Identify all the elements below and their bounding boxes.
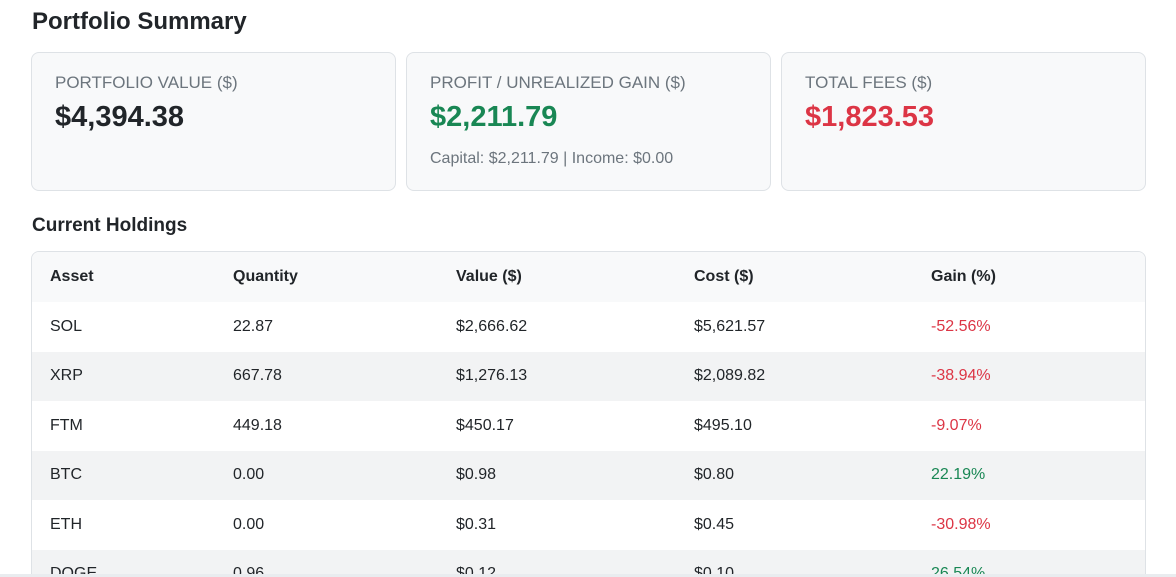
table-row: FTM 449.18 $450.17 $495.10 -9.07% bbox=[32, 401, 1145, 451]
profit-label: PROFIT / UNREALIZED GAIN ($) bbox=[430, 73, 686, 92]
total-fees-label: TOTAL FEES ($) bbox=[805, 73, 933, 92]
cell-cost: $2,089.82 bbox=[694, 367, 766, 385]
table-row: DOGE 0.96 $0.12 $0.10 26.54% bbox=[32, 549, 1145, 577]
cell-asset: DOGE bbox=[50, 565, 98, 577]
table-row: ETH 0.00 $0.31 $0.45 -30.98% bbox=[32, 500, 1145, 550]
cell-cost: $0.10 bbox=[694, 565, 735, 577]
cell-value: $0.98 bbox=[456, 466, 497, 484]
cell-quantity: 0.00 bbox=[233, 515, 265, 533]
profit-amount: $2,211.79 bbox=[430, 101, 558, 133]
table-row: XRP 667.78 $1,276.13 $2,089.82 -38.94% bbox=[32, 351, 1145, 401]
cell-value: $2,666.62 bbox=[456, 317, 528, 335]
total-fees-amount: $1,823.53 bbox=[805, 101, 935, 133]
cell-asset: SOL bbox=[50, 317, 83, 335]
portfolio-value-amount: $4,394.38 bbox=[55, 101, 185, 133]
cell-cost: $0.80 bbox=[694, 466, 735, 484]
portfolio-page: Portfolio Summary PORTFOLIO VALUE ($) $4… bbox=[0, 0, 1176, 577]
cell-quantity: 449.18 bbox=[233, 416, 282, 434]
profit-breakdown: Capital: $2,211.79 | Income: $0.00 bbox=[430, 150, 674, 167]
total-fees-card: TOTAL FEES ($) $1,823.53 bbox=[781, 52, 1146, 191]
cell-quantity: 0.00 bbox=[233, 466, 265, 484]
cell-asset: BTC bbox=[50, 466, 82, 484]
cell-quantity: 0.96 bbox=[233, 565, 265, 577]
cell-gain: 22.19% bbox=[931, 466, 986, 484]
profit-card: PROFIT / UNREALIZED GAIN ($) $2,211.79 C… bbox=[406, 52, 771, 191]
cell-quantity: 667.78 bbox=[233, 367, 282, 385]
column-header-gain: Gain (%) bbox=[931, 268, 996, 285]
cell-cost: $495.10 bbox=[694, 416, 752, 434]
cell-cost: $0.45 bbox=[694, 515, 735, 533]
cell-gain: -30.98% bbox=[931, 515, 991, 533]
cell-gain: -9.07% bbox=[931, 416, 982, 434]
cell-value: $0.31 bbox=[456, 515, 497, 533]
cell-quantity: 22.87 bbox=[233, 317, 274, 335]
page-title: Portfolio Summary bbox=[32, 8, 247, 35]
cell-gain: 26.54% bbox=[931, 565, 986, 577]
table-row: SOL 22.87 $2,666.62 $5,621.57 -52.56% bbox=[32, 302, 1145, 352]
portfolio-value-label: PORTFOLIO VALUE ($) bbox=[55, 73, 238, 92]
holdings-table-container[interactable]: Asset Quantity Value ($) Cost ($) Gain (… bbox=[31, 251, 1146, 577]
cell-gain: -52.56% bbox=[931, 317, 991, 335]
holdings-header-row: Asset Quantity Value ($) Cost ($) Gain (… bbox=[32, 252, 1145, 302]
cell-value: $0.12 bbox=[456, 565, 497, 577]
cell-asset: ETH bbox=[50, 515, 82, 533]
cell-gain: -38.94% bbox=[931, 367, 991, 385]
holdings-title: Current Holdings bbox=[32, 215, 188, 236]
portfolio-value-card: PORTFOLIO VALUE ($) $4,394.38 bbox=[31, 52, 396, 191]
cell-cost: $5,621.57 bbox=[694, 317, 766, 335]
cell-asset: XRP bbox=[50, 367, 83, 385]
cell-value: $450.17 bbox=[456, 416, 514, 434]
column-header-cost: Cost ($) bbox=[694, 268, 754, 285]
holdings-table: Asset Quantity Value ($) Cost ($) Gain (… bbox=[32, 252, 1145, 577]
column-header-value: Value ($) bbox=[456, 268, 522, 285]
summary-cards: PORTFOLIO VALUE ($) $4,394.38 PROFIT / U… bbox=[31, 52, 1146, 191]
column-header-asset: Asset bbox=[50, 268, 94, 285]
holdings-body: SOL 22.87 $2,666.62 $5,621.57 -52.56% XRP 667.… bbox=[32, 302, 1145, 577]
column-header-quantity: Quantity bbox=[233, 268, 298, 285]
cell-asset: FTM bbox=[50, 416, 83, 434]
cell-value: $1,276.13 bbox=[456, 367, 528, 385]
table-row: BTC 0.00 $0.98 $0.80 22.19% bbox=[32, 450, 1145, 500]
